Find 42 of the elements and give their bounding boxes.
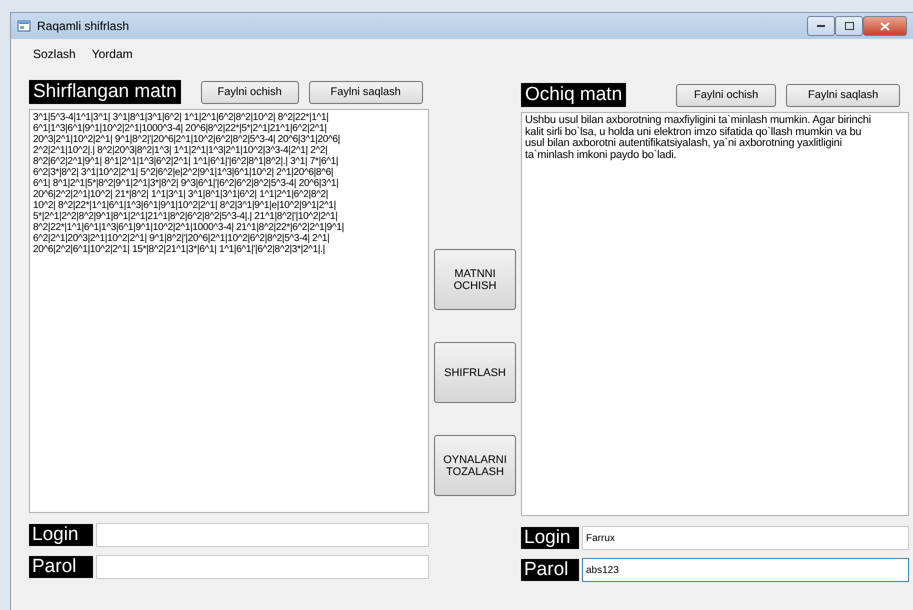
minimize-button[interactable] <box>807 16 835 36</box>
panel-heading: Ochiq matn <box>521 83 626 107</box>
window-app-icon <box>17 19 31 33</box>
file-button[interactable]: Faylni ochish <box>676 84 776 106</box>
cipher-text-line: 10^2| 8^2|22*|1^1|6^1|1^3|6^1|9^1|10^2|2^1| 8^2|3^1|9^1|e|10^2|9^1|2^1| <box>33 200 337 211</box>
cipher-text-line: 2^2|2^1|10^2|.| 8^2|20^3|8^2|1^3| 1^1|2^1|1^3|2^1|10^2|3^3-4|2^1| 2^2| <box>33 145 328 156</box>
cipher-text-line: 6^1|1^3|6^1|9^1|10^2|2^1|1000^3-4| 20^6|8^2|22*|5*|2^1|21^1|6^2|2^1| <box>33 123 328 134</box>
minimize-icon <box>817 24 825 28</box>
cipher-text-line: 8^2|6^2|2^1|9^1| 8^1|2^1|1^3|6^2|2^1| 1^1|6^1|'|6^2|8^1|8^2|.| 3^1| 7*|6^1| <box>33 156 340 167</box>
plain-text: Ushbu usul bilan axborotning maxfiyligini ta`minlash mumkin. Agar birinchi kalit sirli bo`lsa, u holda uni elektron imzo sifatida qo`llash mumkin va bu usul bilan axborotni autentifikatsiyalash, ya`ni axborotning yaxlitligini ta`minlash imkoni paydo bo`ladi. <box>525 115 872 161</box>
window-title: Raqamli shifrlash <box>37 19 130 33</box>
maximize-icon <box>844 22 854 30</box>
password-label: Parol <box>521 559 579 581</box>
close-icon <box>880 22 890 30</box>
cipher-text-line: 20^6|2^2|6^1|10^2|2^1| 15*|8^2|21^1|3*|6^1| 1^1|6^1|'|6^2|8^2|3*|2^1|.| <box>33 244 326 255</box>
file-button[interactable]: Faylni saqlash <box>786 84 900 106</box>
login-field[interactable]: Farrux <box>582 526 909 550</box>
cipher-text-area[interactable] <box>29 109 429 513</box>
action-button[interactable]: SHIFRLASH <box>434 342 516 403</box>
cipher-text-line: 6^1| 8^1|2^1|5*|8^2|9^1|2^1|3*|8^2| 9^3|6^1|'|6^2|6^2|8^2|5^3-4| 20^6|3^1| <box>33 178 340 189</box>
login-label: Login <box>29 524 93 546</box>
cipher-text-line: 5*|2^1|2^2|8^2|9^1|8^1|2^1|21^1|8^2|6^2|8^2|5^3-4|.| 21^1|8^2|'|10^2|2^1| <box>33 211 339 222</box>
cipher-text-line: 8^2|22*|1^1|6^1|1^3|6^1|9^1|10^2|2^1|1000^3-4| 21^1|8^2|22*|6^2|2^1|9^1| <box>33 222 345 233</box>
cipher-text-line: 20^6|2^2|2^1|10^2| 21*|8^2| 1^1|3^1| 3^1|8^1|3^1|6^2| 1^1|2^1|6^2|8^2| <box>33 189 330 200</box>
action-button[interactable]: MATNNI OCHISH <box>434 249 516 310</box>
panel-heading: Shirflangan matn <box>29 80 181 104</box>
action-button[interactable]: OYNALARNI TOZALASH <box>434 435 516 496</box>
password-field[interactable] <box>96 555 429 579</box>
cipher-text-line: 6^2|3*|8^2| 3^1|10^2|2^1| 5^2|6^2|e|2^2|9^1|1^3|6^1|10^2| 2^1|20^6|8^6| <box>33 167 334 178</box>
password-field[interactable]: abs123 <box>582 558 909 582</box>
menu-item[interactable]: Yordam <box>92 47 133 69</box>
login-field[interactable] <box>96 523 429 547</box>
password-label: Parol <box>29 556 93 578</box>
login-label: Login <box>521 527 579 549</box>
file-button[interactable]: Faylni saqlash <box>308 80 423 104</box>
maximize-button[interactable] <box>835 16 863 36</box>
cipher-text-line: 3^1|5^3-4|1^1|3^1| 3^1|8^1|3^1|6^2| 1^1|2^1|6^2|8^2|10^2| 8^2|22*|1^1| <box>33 112 330 123</box>
cipher-text-line: 6^2|2^1|20^3|2^1|10^2|2^1| 9^1|8^2|'|20^6|2^1|10^2|6^2|8^2|5^3-4| 2^1| <box>33 233 330 244</box>
menu-item[interactable]: Sozlash <box>33 47 76 69</box>
close-button[interactable] <box>863 16 907 36</box>
cipher-text-line: 20^3|2^1|10^2|2^1| 9^1|8^2|'|20^6|2^1|10^2|6^2|8^2|5^3-4| 20^6|3^1|20^6| <box>33 134 341 145</box>
file-button[interactable]: Faylni ochish <box>200 80 299 104</box>
